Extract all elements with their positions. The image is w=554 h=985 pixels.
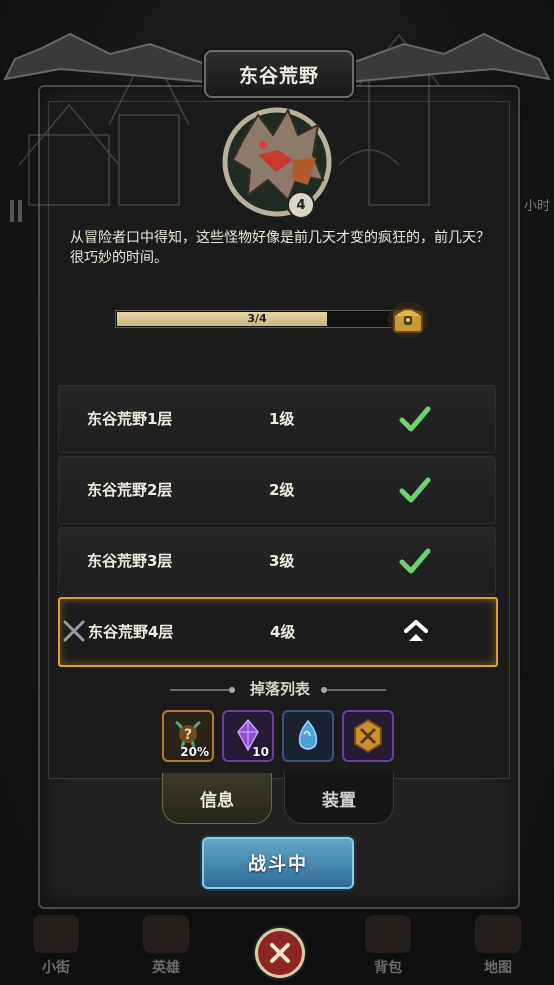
drop-item-purple-gem[interactable]: 10 [222, 710, 274, 762]
floor-name: 东谷荒野2层 [87, 481, 173, 499]
drop-quantity: 10 [252, 745, 269, 759]
floor-level: 1级 [269, 410, 295, 428]
nav-item-map: 地图 [458, 915, 538, 977]
drop-title-ornament-right [321, 687, 386, 693]
nav-label: 小街 [42, 960, 70, 976]
crossed-swords-icon [63, 620, 85, 642]
stage-title: 东谷荒野 [204, 50, 354, 98]
floor-name: 东谷荒野4层 [88, 623, 174, 641]
floor-level: 2级 [269, 481, 295, 499]
hero-icon [143, 915, 189, 953]
nav-label: 背包 [374, 960, 402, 976]
floor-row-3[interactable]: 东谷荒野3层 3级 [58, 527, 496, 595]
battle-in-progress-button[interactable]: 战斗中 [202, 837, 354, 889]
rune-medallion-icon [354, 718, 382, 754]
stage-progress-bar: 3/4 [115, 310, 399, 328]
left-dragon-wing-ornament [3, 32, 206, 84]
progress-label: 3/4 [247, 312, 267, 325]
drop-item-mystery-potion[interactable]: ? 20% [162, 710, 214, 762]
drop-item-rune-medallion[interactable] [342, 710, 394, 762]
drop-item-blue-crystal[interactable] [282, 710, 334, 762]
check-icon [399, 477, 431, 503]
town-icon [33, 915, 79, 953]
treasure-chest-icon[interactable] [386, 296, 430, 340]
nav-item-hero: 英雄 [126, 915, 206, 977]
floor-row-1[interactable]: 东谷荒野1层 1级 [58, 385, 496, 453]
nav-item-backpack: 背包 [348, 915, 428, 977]
check-icon [399, 548, 431, 574]
backpack-icon [365, 915, 411, 953]
drop-quantity: 20% [180, 745, 209, 759]
nav-label: 地图 [484, 960, 512, 976]
floor-name: 东谷荒野1层 [87, 410, 173, 428]
check-icon [399, 406, 431, 432]
floor-row-4-current[interactable]: 东谷荒野4层 4级 [58, 597, 498, 667]
stage-description: 从冒险者口中得知，这些怪物好像是前几天才变的疯狂的，前几天？很巧妙的时间。 [70, 230, 490, 266]
close-button[interactable] [255, 928, 305, 978]
map-icon [475, 915, 521, 953]
floor-name: 东谷荒野3层 [87, 552, 173, 570]
nav-item-town: 小街 [16, 915, 96, 977]
chevron-up-icon [404, 620, 428, 641]
blue-crystal-icon [298, 719, 318, 750]
tab-equip[interactable]: 装置 [284, 773, 394, 824]
nav-label: 英雄 [152, 960, 180, 976]
close-icon [270, 943, 290, 963]
boss-portrait [222, 107, 332, 217]
floor-level: 4级 [270, 623, 296, 641]
background-timer-label: 小时 [523, 199, 550, 214]
right-dragon-wing-ornament [348, 32, 551, 84]
tab-info[interactable]: 信息 [162, 773, 272, 824]
floor-level: 3级 [269, 552, 295, 570]
boss-level-badge: 4 [287, 191, 315, 219]
svg-text:?: ? [184, 727, 192, 743]
floor-row-2[interactable]: 东谷荒野2层 2级 [58, 456, 496, 524]
